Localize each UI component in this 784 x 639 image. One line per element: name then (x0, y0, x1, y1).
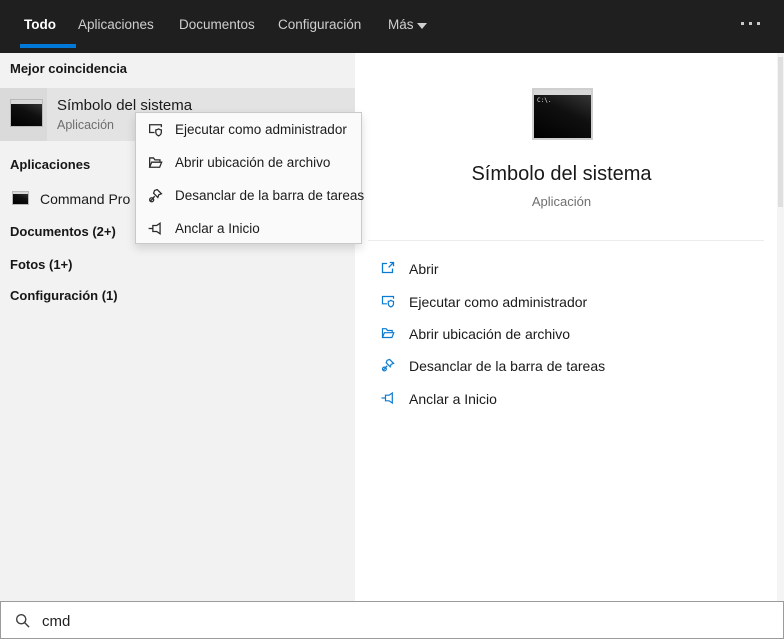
action-label: Abrir (409, 261, 439, 278)
run-as-admin-icon (380, 293, 398, 311)
best-match-header: Mejor coincidencia (10, 61, 128, 76)
action-unpin-taskbar[interactable]: Desanclar de la barra de tareas (355, 350, 770, 382)
menu-item-label: Ejecutar como administrador (175, 122, 347, 137)
menu-item-label: Abrir ubicación de archivo (175, 155, 331, 170)
action-label: Abrir ubicación de archivo (409, 325, 571, 342)
active-tab-underline (20, 44, 76, 48)
action-open[interactable]: Abrir (355, 253, 770, 285)
action-label: Ejecutar como administrador (409, 293, 588, 310)
command-prompt-icon (12, 191, 29, 205)
command-prompt-icon (10, 99, 43, 127)
search-bar (0, 601, 784, 639)
unpin-taskbar-icon (380, 357, 398, 375)
chevron-down-icon (417, 23, 427, 29)
preview-actions: Abrir Ejecutar como administrador Abrir … (355, 253, 770, 415)
action-run-as-admin[interactable]: Ejecutar como administrador (355, 285, 770, 317)
documents-section-header[interactable]: Documentos (2+) (10, 224, 116, 239)
apps-section-header: Aplicaciones (10, 157, 91, 172)
preview-title: Símbolo del sistema (471, 163, 652, 185)
scrollbar-thumb[interactable] (778, 57, 783, 207)
scrollbar[interactable] (777, 53, 784, 601)
divider (368, 240, 764, 241)
menu-item-unpin-taskbar[interactable]: Desanclar de la barra de tareas (136, 179, 365, 212)
tab-documentos[interactable]: Documentos (179, 17, 255, 32)
tab-mas[interactable]: Más (388, 17, 414, 32)
menu-item-label: Anclar a Inicio (175, 221, 260, 236)
result-label: Command Pro (40, 191, 131, 207)
tab-aplicaciones[interactable]: Aplicaciones (78, 17, 154, 32)
command-prompt-icon-large: C:\. (532, 88, 593, 140)
unpin-taskbar-icon (147, 187, 164, 204)
file-location-icon (147, 154, 164, 171)
open-icon (380, 260, 398, 278)
context-menu: Ejecutar como administrador Abrir ubicac… (135, 112, 365, 245)
run-as-admin-icon (147, 121, 164, 138)
preview-subtitle: Aplicación (531, 194, 592, 209)
file-location-icon (380, 325, 398, 343)
windows-search-window: Todo Aplicaciones Documentos Configuraci… (0, 0, 784, 639)
tab-todo[interactable]: Todo (24, 17, 56, 32)
pin-to-start-icon (380, 390, 398, 408)
action-label: Anclar a Inicio (409, 390, 497, 407)
best-match-subtitle: Aplicación (57, 118, 114, 132)
action-pin-to-start[interactable]: Anclar a Inicio (355, 383, 770, 415)
settings-section-header[interactable]: Configuración (1) (10, 288, 118, 303)
terminal-prompt-text: C:\. (537, 97, 552, 104)
menu-item-open-file-location[interactable]: Abrir ubicación de archivo (136, 146, 361, 179)
search-input[interactable] (40, 609, 644, 633)
photos-section-header[interactable]: Fotos (1+) (10, 257, 72, 272)
action-label: Desanclar de la barra de tareas (409, 358, 606, 375)
search-filter-tabs: Todo Aplicaciones Documentos Configuraci… (0, 0, 784, 53)
menu-item-label: Desanclar de la barra de tareas (175, 188, 365, 203)
menu-item-pin-to-start[interactable]: Anclar a Inicio (136, 212, 361, 245)
pin-to-start-icon (147, 220, 164, 237)
preview-panel: C:\. Símbolo del sistema Aplicación Abri… (355, 53, 784, 601)
action-open-file-location[interactable]: Abrir ubicación de archivo (355, 318, 770, 350)
more-options-icon[interactable] (741, 22, 760, 25)
tab-configuracion[interactable]: Configuración (278, 17, 361, 32)
menu-item-run-as-admin[interactable]: Ejecutar como administrador (136, 113, 361, 146)
search-icon (14, 612, 31, 629)
